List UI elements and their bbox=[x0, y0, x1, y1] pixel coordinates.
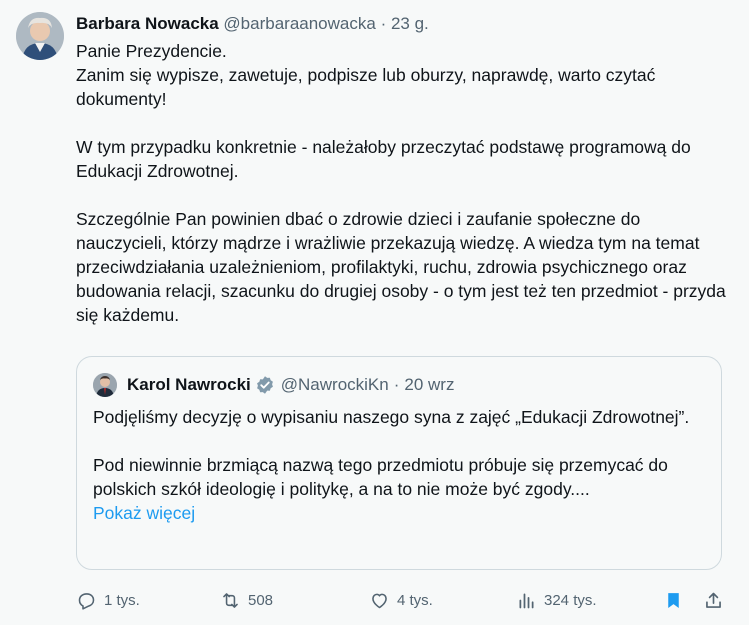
share-icon bbox=[706, 592, 721, 608]
views-chart-icon bbox=[519, 593, 534, 608]
quoted-paragraph: Pod niewinnie brzmiącą nazwą tego przedm… bbox=[93, 455, 668, 499]
quoted-tweet-card[interactable]: Karol Nawrocki @NawrockiKn · 20 wrz Podj… bbox=[76, 356, 722, 570]
author-name[interactable]: Barbara Nowacka bbox=[76, 14, 219, 33]
tweet-actions: 1 tys. 508 4 tys. 324 tys. bbox=[76, 586, 732, 614]
share-button[interactable] bbox=[703, 586, 731, 614]
quoted-author-handle: @NawrockiKn bbox=[280, 375, 389, 394]
verified-badge-icon bbox=[255, 375, 275, 395]
bookmark-icon bbox=[668, 592, 679, 608]
tweet-paragraph: Panie Prezydencie. bbox=[76, 41, 227, 61]
repost-button[interactable]: 508 bbox=[220, 586, 273, 614]
reply-icon bbox=[78, 592, 95, 610]
tweet-paragraph: Szczególnie Pan powinien dbać o zdrowie … bbox=[76, 209, 726, 325]
heart-icon bbox=[372, 593, 387, 608]
quoted-author-avatar bbox=[93, 373, 117, 397]
quoted-tweet-header: Karol Nawrocki @NawrockiKn · 20 wrz bbox=[127, 373, 454, 397]
tweet-paragraph: W tym przypadku konkretnie - należałoby … bbox=[76, 137, 691, 181]
repost-count: 508 bbox=[248, 591, 274, 609]
tweet-header: Barbara Nowacka @barbaraanowacka · 23 g. bbox=[76, 13, 429, 35]
quoted-header-separator: · bbox=[393, 375, 400, 394]
quoted-paragraph: Podjęliśmy decyzję o wypisaniu naszego s… bbox=[93, 407, 690, 427]
header-separator: · bbox=[380, 14, 387, 33]
tweet-text: Panie Prezydencie. Zanim się wypisze, za… bbox=[76, 39, 726, 327]
quoted-author-name: Karol Nawrocki bbox=[127, 375, 251, 394]
reply-count: 1 tys. bbox=[104, 591, 140, 609]
show-more-link[interactable]: Pokaż więcej bbox=[93, 501, 705, 525]
author-handle[interactable]: @barbaraanowacka bbox=[223, 14, 375, 33]
tweet-paragraph: Zanim się wypisze, zawetuje, podpisze lu… bbox=[76, 65, 656, 109]
tweet-time[interactable]: 23 g. bbox=[391, 14, 429, 33]
like-count: 4 tys. bbox=[397, 591, 433, 609]
views-count: 324 tys. bbox=[544, 591, 597, 609]
quoted-tweet-time: 20 wrz bbox=[404, 375, 455, 394]
quoted-tweet-text: Podjęliśmy decyzję o wypisaniu naszego s… bbox=[93, 405, 705, 525]
tweet: Barbara Nowacka @barbaraanowacka · 23 g.… bbox=[0, 0, 749, 625]
like-button[interactable]: 4 tys. bbox=[369, 586, 433, 614]
reply-button[interactable]: 1 tys. bbox=[76, 586, 140, 614]
author-avatar[interactable] bbox=[16, 12, 64, 60]
views-button[interactable]: 324 tys. bbox=[516, 586, 597, 614]
bookmark-button[interactable] bbox=[663, 586, 691, 614]
repost-icon bbox=[223, 592, 238, 608]
